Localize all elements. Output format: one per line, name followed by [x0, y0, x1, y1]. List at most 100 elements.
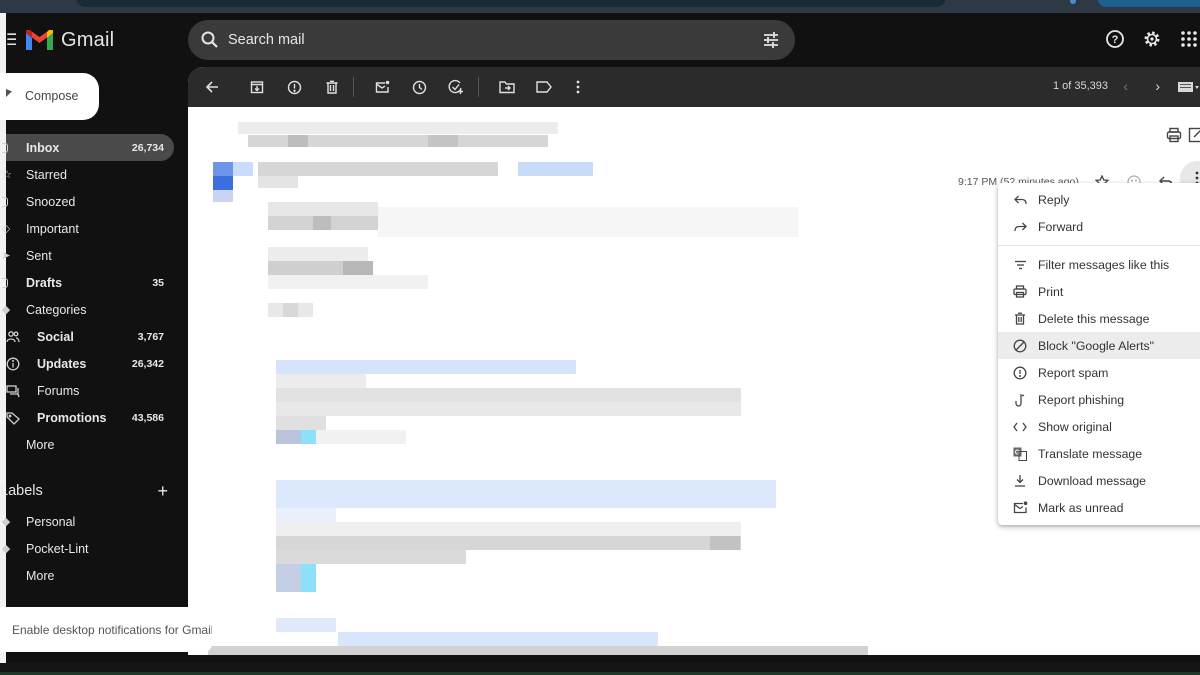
older-chevron-icon[interactable]: › — [1155, 78, 1160, 94]
drafts-count: 35 — [152, 276, 164, 289]
help-icon[interactable]: ? — [1103, 27, 1126, 50]
settings-gear-icon[interactable] — [1140, 27, 1163, 50]
apps-grid-icon[interactable] — [1177, 27, 1200, 50]
open-in-new-window-icon[interactable] — [1188, 127, 1200, 143]
sidebar-item-labels-more[interactable]: More — [6, 562, 188, 589]
sidebar-item-starred[interactable]: ☆ Starred — [2, 161, 188, 188]
create-label-icon[interactable]: + — [157, 481, 168, 502]
menu-item-delete[interactable]: Delete this message — [998, 305, 1200, 332]
toolbar-divider — [478, 77, 479, 97]
browser-chrome — [0, 0, 1200, 13]
search-options-icon[interactable] — [761, 30, 781, 50]
clock-icon — [2, 196, 8, 207]
gmail-logo[interactable]: ☰ Gmail — [6, 27, 114, 53]
header-actions: ? — [1103, 27, 1200, 50]
phishing-hook-icon — [1012, 392, 1028, 408]
sidebar-item-categories[interactable]: ◆ Categories — [2, 296, 188, 323]
label-icon: ◆ — [1, 304, 11, 316]
gmail-wordmark: Gmail — [61, 28, 115, 51]
sidebar-item-label: Promotions — [37, 410, 107, 425]
more-vert-icon[interactable] — [568, 77, 588, 97]
desktop-notifications-banner[interactable]: Enable desktop notifications for Gmail. — [0, 607, 212, 652]
menu-item-translate[interactable]: G Translate message — [998, 440, 1200, 467]
sidebar-item-sent[interactable]: ➤ Sent — [1, 242, 188, 269]
sidebar-item-label: Important — [26, 221, 79, 236]
search-icon[interactable] — [200, 30, 220, 50]
redacted-block — [428, 135, 458, 147]
redacted-block — [276, 388, 741, 402]
sidebar-item-promotions[interactable]: Promotions 43,586 — [6, 404, 188, 431]
labels-icon[interactable] — [534, 77, 554, 97]
search-bar[interactable] — [188, 20, 795, 60]
svg-text:G: G — [1015, 449, 1021, 456]
sidebar-item-label: More — [26, 437, 55, 452]
sidebar-item-drafts[interactable]: Drafts 35 — [2, 269, 188, 296]
redacted-block — [518, 162, 593, 176]
delete-icon[interactable] — [322, 77, 342, 97]
menu-divider — [998, 245, 1200, 246]
print-icon — [1012, 284, 1028, 300]
redacted-block — [213, 190, 233, 202]
redacted-block — [288, 135, 308, 147]
sidebar-item-forums[interactable]: Forums — [6, 377, 188, 404]
labels-heading: Labels — [0, 483, 43, 499]
redacted-block — [233, 162, 253, 176]
redacted-block — [276, 522, 741, 536]
compose-button[interactable]: Compose — [0, 73, 99, 120]
redacted-block — [301, 564, 316, 592]
sidebar-item-label-personal[interactable]: ◆ Personal — [2, 508, 188, 535]
redacted-block — [276, 360, 576, 374]
sidebar-item-label: Starred — [26, 167, 67, 182]
sidebar-item-label-pocket-lint[interactable]: ◆ Pocket-Lint — [2, 535, 188, 562]
sidebar-nav: Inbox 26,734 ☆ Starred Snoozed ◇ Importa… — [1, 134, 188, 458]
redacted-block — [268, 275, 428, 289]
menu-item-mark-unread[interactable]: Mark as unread — [998, 494, 1200, 521]
sidebar-item-inbox[interactable]: Inbox 26,734 — [2, 134, 174, 161]
menu-item-report-phishing[interactable]: Report phishing — [998, 386, 1200, 413]
mark-unread-icon[interactable] — [372, 77, 392, 97]
move-to-icon[interactable] — [497, 77, 517, 97]
menu-item-reply[interactable]: Reply — [998, 186, 1200, 213]
message-toolbar: 1 of 35,393 ‹ › — [188, 67, 1200, 107]
gmail-m-icon — [26, 30, 53, 50]
browser-address-bar[interactable] — [76, 0, 946, 7]
svg-text:?: ? — [1111, 34, 1118, 46]
sidebar-item-label: Sent — [26, 248, 52, 263]
unread-count: 43,586 — [131, 411, 164, 424]
sidebar-item-social[interactable]: Social 3,767 — [6, 323, 188, 350]
code-icon — [1012, 419, 1028, 435]
sidebar-item-snoozed[interactable]: Snoozed — [2, 188, 188, 215]
print-all-icon[interactable] — [1166, 127, 1182, 143]
input-tools-keyboard-icon[interactable] — [1178, 81, 1200, 93]
sidebar-item-important[interactable]: ◇ Important — [2, 215, 188, 242]
forward-icon — [1012, 219, 1028, 235]
redacted-block — [276, 416, 326, 430]
redacted-block — [276, 374, 366, 388]
forum-icon — [6, 384, 20, 397]
report-spam-icon[interactable] — [284, 77, 304, 97]
redacted-block — [343, 261, 373, 275]
snooze-icon[interactable] — [409, 77, 429, 97]
message-context-menu: Reply Forward Filter messages like this … — [998, 183, 1200, 525]
draft-icon — [2, 277, 8, 288]
menu-item-block-sender[interactable]: Block "Google Alerts" — [998, 332, 1200, 359]
menu-item-report-spam[interactable]: Report spam — [998, 359, 1200, 386]
back-arrow-icon[interactable] — [202, 77, 222, 97]
add-task-icon[interactable] — [446, 77, 466, 97]
search-input[interactable] — [228, 32, 748, 48]
toolbar-divider — [353, 77, 354, 97]
browser-action-button[interactable] — [1098, 0, 1200, 7]
main-menu-icon[interactable]: ☰ — [6, 30, 16, 50]
archive-icon[interactable] — [247, 77, 267, 97]
menu-item-print[interactable]: Print — [998, 278, 1200, 305]
sidebar-item-updates[interactable]: Updates 26,342 — [6, 350, 188, 377]
sidebar-item-label: Drafts — [26, 275, 63, 290]
redacted-block — [258, 176, 298, 188]
sidebar-item-more[interactable]: More — [6, 431, 188, 458]
menu-item-download[interactable]: Download message — [998, 467, 1200, 494]
labels-section-header: Labels + — [0, 479, 176, 503]
menu-item-forward[interactable]: Forward — [998, 213, 1200, 240]
menu-item-show-original[interactable]: Show original — [998, 413, 1200, 440]
menu-item-filter[interactable]: Filter messages like this — [998, 251, 1200, 278]
newer-chevron-icon[interactable]: ‹ — [1123, 78, 1128, 94]
